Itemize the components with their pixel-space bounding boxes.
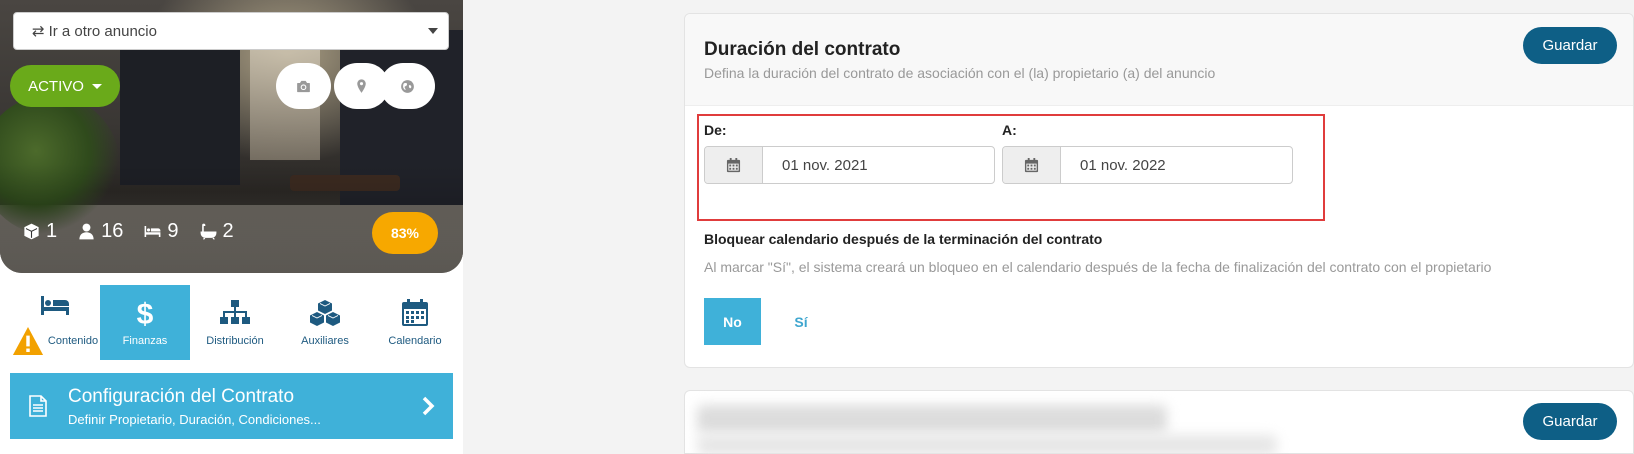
stat-units: 1 <box>22 220 57 243</box>
tab-finanzas[interactable]: $ Finanzas <box>100 285 190 360</box>
from-date-value: 01 nov. 2021 <box>782 156 868 174</box>
listing-stats: 1 16 9 2 <box>22 220 234 243</box>
card-header: Duración del contrato Defina la duración… <box>685 14 1633 106</box>
chevron-right-icon <box>422 396 435 416</box>
to-date-value: 01 nov. 2022 <box>1080 156 1166 174</box>
contract-duration-card: Duración del contrato Defina la duración… <box>684 13 1634 368</box>
bed-icon <box>41 295 69 315</box>
listing-panel: ⇄ Ir a otro anuncio ACTIVO 1 16 9 2 83% … <box>0 0 463 454</box>
card-title: Duración del contrato <box>704 39 901 60</box>
document-icon <box>29 395 47 417</box>
swap-icon: ⇄ <box>32 23 45 40</box>
save-button-2[interactable]: Guardar <box>1523 403 1617 440</box>
hierarchy-icon <box>220 299 250 324</box>
from-label: De: <box>704 122 727 138</box>
save-button[interactable]: Guardar <box>1523 27 1617 64</box>
cube-icon <box>24 223 39 240</box>
to-label: A: <box>1002 122 1017 138</box>
yes-toggle-button[interactable]: Sí <box>781 298 821 345</box>
tab-auxiliares[interactable]: Auxiliares <box>280 285 370 360</box>
stat-baths: 2 <box>199 220 234 243</box>
listing-select[interactable]: ⇄ Ir a otro anuncio <box>13 12 449 50</box>
tab-distribucion[interactable]: Distribución <box>190 285 280 360</box>
tab-contenido[interactable]: Contenido <box>10 285 100 360</box>
blurred-description <box>697 435 1277 454</box>
warning-icon <box>12 326 43 355</box>
svg-text:$: $ <box>137 299 154 327</box>
block-calendar-description: Al marcar "Sí", el sistema creará un blo… <box>704 259 1492 275</box>
card-description: Defina la duración del contrato de asoci… <box>704 65 1216 81</box>
chevron-down-icon <box>428 28 438 34</box>
bed-icon <box>144 225 161 238</box>
to-date-input[interactable]: 01 nov. 2022 <box>1002 146 1293 184</box>
calendar-icon <box>402 298 428 326</box>
caret-down-icon <box>91 83 102 89</box>
photos-button[interactable] <box>276 63 331 109</box>
camera-icon <box>297 80 310 92</box>
next-section-card: Guardar <box>684 390 1634 454</box>
section-tabs: Contenido $ Finanzas Distribución Auxili… <box>10 285 460 360</box>
status-label: ACTIVO <box>28 77 84 95</box>
stat-beds: 9 <box>143 220 179 243</box>
from-date-input[interactable]: 01 nov. 2021 <box>704 146 995 184</box>
map-pin-icon <box>357 78 366 93</box>
globe-icon <box>401 79 414 93</box>
calendar-icon[interactable] <box>705 147 763 183</box>
dollar-icon: $ <box>137 299 154 327</box>
completion-badge[interactable]: 83% <box>372 212 438 254</box>
boxes-icon <box>310 299 340 326</box>
contract-config-title: Configuración del Contrato <box>68 385 295 407</box>
stat-guests: 16 <box>77 220 123 243</box>
contract-config-subtitle: Definir Propietario, Duración, Condicion… <box>68 411 321 427</box>
listing-select-label: Ir a otro anuncio <box>48 22 157 40</box>
status-dropdown[interactable]: ACTIVO <box>10 65 120 107</box>
tab-calendario[interactable]: Calendario <box>370 285 460 360</box>
block-calendar-title: Bloquear calendario después de la termin… <box>704 231 1103 247</box>
no-toggle-button[interactable]: No <box>704 298 761 345</box>
calendar-icon[interactable] <box>1003 147 1061 183</box>
bath-icon <box>200 223 216 240</box>
web-button[interactable] <box>380 63 435 109</box>
person-icon <box>79 223 94 240</box>
contract-config-item[interactable]: Configuración del Contrato Definir Propi… <box>10 373 453 439</box>
blurred-title <box>697 405 1167 433</box>
